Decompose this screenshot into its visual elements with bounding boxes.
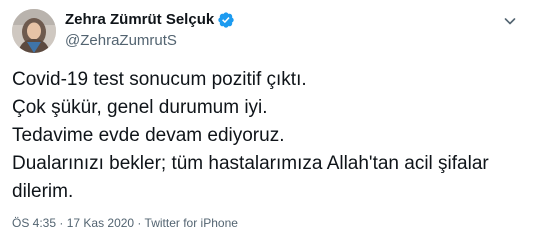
avatar[interactable] — [12, 9, 56, 53]
tweet-text-line: Tedavime evde devam ediyoruz. — [12, 125, 285, 146]
tweet-meta: ÖS 4:35 · 17 Kas 2020 · Twitter for iPho… — [12, 215, 238, 231]
tweet-text-line: Covid-19 test sonucum pozitif çıktı. — [12, 69, 307, 90]
tweet-time: ÖS 4:35 — [12, 216, 57, 230]
tweet-text-line: Dualarınızı bekler; tüm hastalarımıza Al… — [12, 153, 489, 174]
tweet-time-link[interactable]: ÖS 4:35 · 17 Kas 2020 — [12, 216, 134, 230]
tweet-card: Zehra Zümrüt Selçuk @ZehraZumrutS Covid-… — [0, 0, 535, 247]
author-name-row: Zehra Zümrüt Selçuk — [65, 10, 235, 30]
author-handle[interactable]: @ZehraZumrutS — [65, 31, 177, 51]
meta-separator: · — [134, 216, 145, 230]
avatar-image — [12, 9, 56, 53]
tweet-text: Covid-19 test sonucum pozitif çıktı. Çok… — [12, 66, 527, 206]
tweet-source-link[interactable]: Twitter for iPhone — [145, 216, 238, 230]
verified-badge-icon — [217, 11, 235, 29]
tweet-date: 17 Kas 2020 — [66, 216, 135, 230]
meta-separator: · — [56, 216, 67, 230]
more-chevron-icon[interactable] — [499, 10, 521, 32]
tweet-text-line: Çok şükür, genel durumum iyi. — [12, 97, 268, 118]
tweet-text-line: dilerim. — [12, 181, 74, 202]
author-display-name[interactable]: Zehra Zümrüt Selçuk — [65, 10, 214, 30]
